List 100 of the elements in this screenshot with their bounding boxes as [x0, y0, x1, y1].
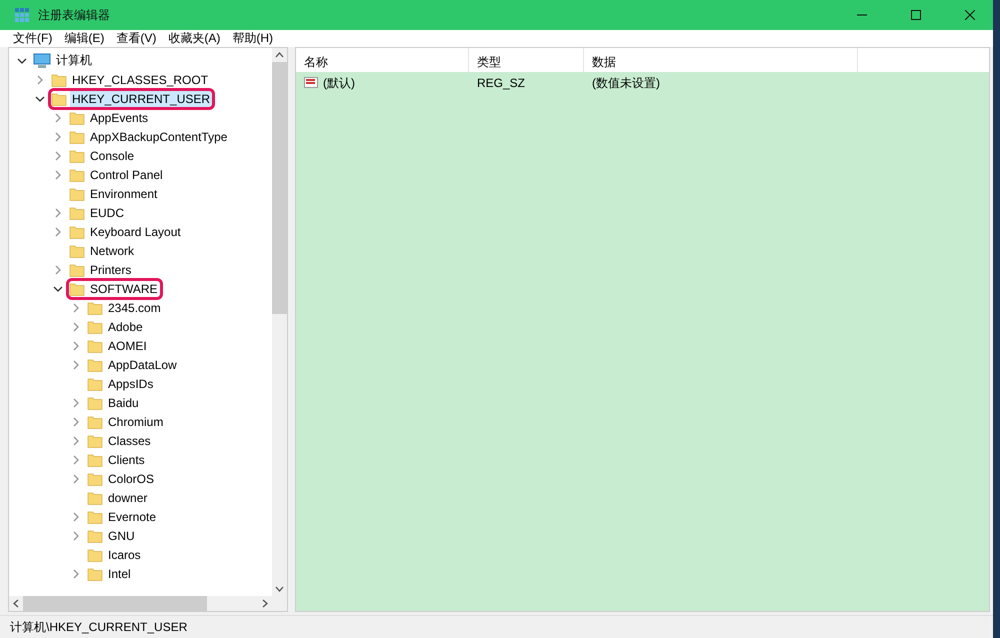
vertical-scrollbar[interactable]: [272, 48, 287, 596]
tree-item[interactable]: Control Panel: [88, 166, 165, 182]
tree-item[interactable]: 2345.com: [106, 300, 163, 316]
chevron-right-icon[interactable]: [71, 322, 81, 332]
tree-item[interactable]: Intel: [106, 566, 133, 582]
tree-item[interactable]: Adobe: [106, 318, 145, 334]
folder-icon: [87, 508, 103, 524]
tree-item[interactable]: AppsIDs: [106, 376, 156, 392]
tree-item[interactable]: Environment: [88, 186, 160, 202]
folder-icon: [87, 546, 103, 562]
folder-icon: [87, 394, 103, 410]
chevron-right-icon[interactable]: [53, 226, 63, 236]
scrollbar-thumb[interactable]: [272, 62, 287, 314]
tree-item[interactable]: AppXBackupContentType: [88, 128, 230, 144]
table-cell: (默认): [323, 74, 355, 92]
tree-item[interactable]: Classes: [106, 432, 153, 448]
chevron-down-icon[interactable]: [53, 284, 63, 294]
chevron-down-icon[interactable]: [17, 56, 27, 66]
horizontal-scrollbar[interactable]: [9, 596, 272, 611]
folder-icon: [51, 72, 67, 88]
string-value-icon: [304, 76, 320, 90]
tree-item[interactable]: EUDC: [88, 204, 126, 220]
menu-item[interactable]: 编辑(E): [59, 30, 110, 47]
column-header[interactable]: 类型: [469, 48, 584, 72]
folder-icon: [69, 242, 85, 258]
status-bar: 计算机\HKEY_CURRENT_USER: [0, 615, 993, 638]
tree-item[interactable]: Printers: [88, 262, 134, 278]
tree-item[interactable]: GNU: [106, 528, 137, 544]
chevron-right-icon[interactable]: [71, 436, 81, 446]
folder-icon: [69, 148, 85, 164]
chevron-right-icon[interactable]: [53, 208, 63, 218]
tree-item[interactable]: SOFTWARE: [88, 280, 160, 296]
chevron-right-icon[interactable]: [71, 416, 81, 426]
menu-item[interactable]: 文件(F): [8, 30, 58, 47]
tree-item[interactable]: ColorOS: [106, 470, 156, 486]
chevron-right-icon[interactable]: [53, 132, 63, 142]
folder-icon: [87, 318, 103, 334]
tree-item[interactable]: Clients: [106, 452, 147, 468]
menu-item[interactable]: 查看(V): [111, 30, 162, 47]
maximize-icon: [911, 10, 921, 20]
chevron-right-icon[interactable]: [71, 302, 81, 312]
folder-icon: [87, 300, 103, 316]
tree-item[interactable]: downer: [106, 490, 150, 506]
folder-icon: [87, 356, 103, 372]
folder-icon: [87, 376, 103, 392]
folder-icon: [87, 432, 103, 448]
table-cell-text: (数值未设置): [591, 74, 661, 92]
menu-item[interactable]: 收藏夹(A): [163, 30, 226, 47]
column-header[interactable]: 名称: [296, 48, 469, 72]
chevron-right-icon[interactable]: [71, 568, 81, 578]
chevron-right-icon[interactable]: [35, 74, 45, 84]
folder-icon: [69, 110, 85, 126]
chevron-right-icon[interactable]: [53, 150, 63, 160]
folder-icon: [69, 186, 85, 202]
tree-item[interactable]: Keyboard Layout: [88, 224, 183, 240]
chevron-right-icon[interactable]: [53, 264, 63, 274]
folder-icon: [69, 262, 85, 278]
chevron-right-icon[interactable]: [71, 360, 81, 370]
folder-icon: [87, 338, 103, 354]
chevron-right-icon[interactable]: [71, 512, 81, 522]
tree-item[interactable]: AppEvents: [88, 110, 150, 126]
chevron-right-icon[interactable]: [71, 474, 81, 484]
chevron-down-icon[interactable]: [35, 94, 45, 104]
chevron-right-icon[interactable]: [71, 340, 81, 350]
tree-item[interactable]: AppDataLow: [106, 356, 179, 372]
tree-item[interactable]: Chromium: [106, 414, 166, 430]
window-title: 注册表编辑器: [38, 6, 111, 24]
folder-icon: [51, 90, 67, 106]
tree-item[interactable]: AOMEI: [106, 338, 149, 354]
registry-icon: [14, 7, 30, 23]
tree-item[interactable]: HKEY_CURRENT_USER: [70, 90, 212, 106]
column-header[interactable]: 数据: [584, 48, 858, 72]
folder-icon: [87, 528, 103, 544]
chevron-right-icon[interactable]: [71, 454, 81, 464]
folder-icon: [69, 224, 85, 240]
table-cell-text: REG_SZ: [476, 76, 526, 90]
folder-icon: [69, 280, 85, 296]
folder-icon: [87, 452, 103, 468]
chevron-right-icon[interactable]: [71, 398, 81, 408]
close-icon: [965, 10, 975, 20]
menu-item[interactable]: 帮助(H): [227, 30, 278, 47]
folder-icon: [69, 128, 85, 144]
folder-icon: [69, 166, 85, 182]
scrollbar-thumb[interactable]: [23, 596, 207, 611]
tree-item[interactable]: Console: [88, 148, 136, 164]
tree-item[interactable]: Network: [88, 242, 136, 258]
folder-icon: [69, 204, 85, 220]
computer-icon: [33, 52, 51, 68]
folder-icon: [87, 566, 103, 582]
tree-item[interactable]: Baidu: [106, 394, 141, 410]
folder-icon: [87, 490, 103, 506]
folder-icon: [87, 470, 103, 486]
folder-icon: [87, 414, 103, 430]
tree-item[interactable]: Icaros: [106, 546, 143, 562]
chevron-right-icon[interactable]: [53, 170, 63, 180]
tree-item[interactable]: Evernote: [106, 508, 158, 524]
chevron-right-icon[interactable]: [71, 530, 81, 540]
chevron-right-icon[interactable]: [53, 112, 63, 122]
tree-item[interactable]: HKEY_CLASSES_ROOT: [70, 72, 210, 88]
tree-item[interactable]: 计算机: [54, 51, 94, 70]
